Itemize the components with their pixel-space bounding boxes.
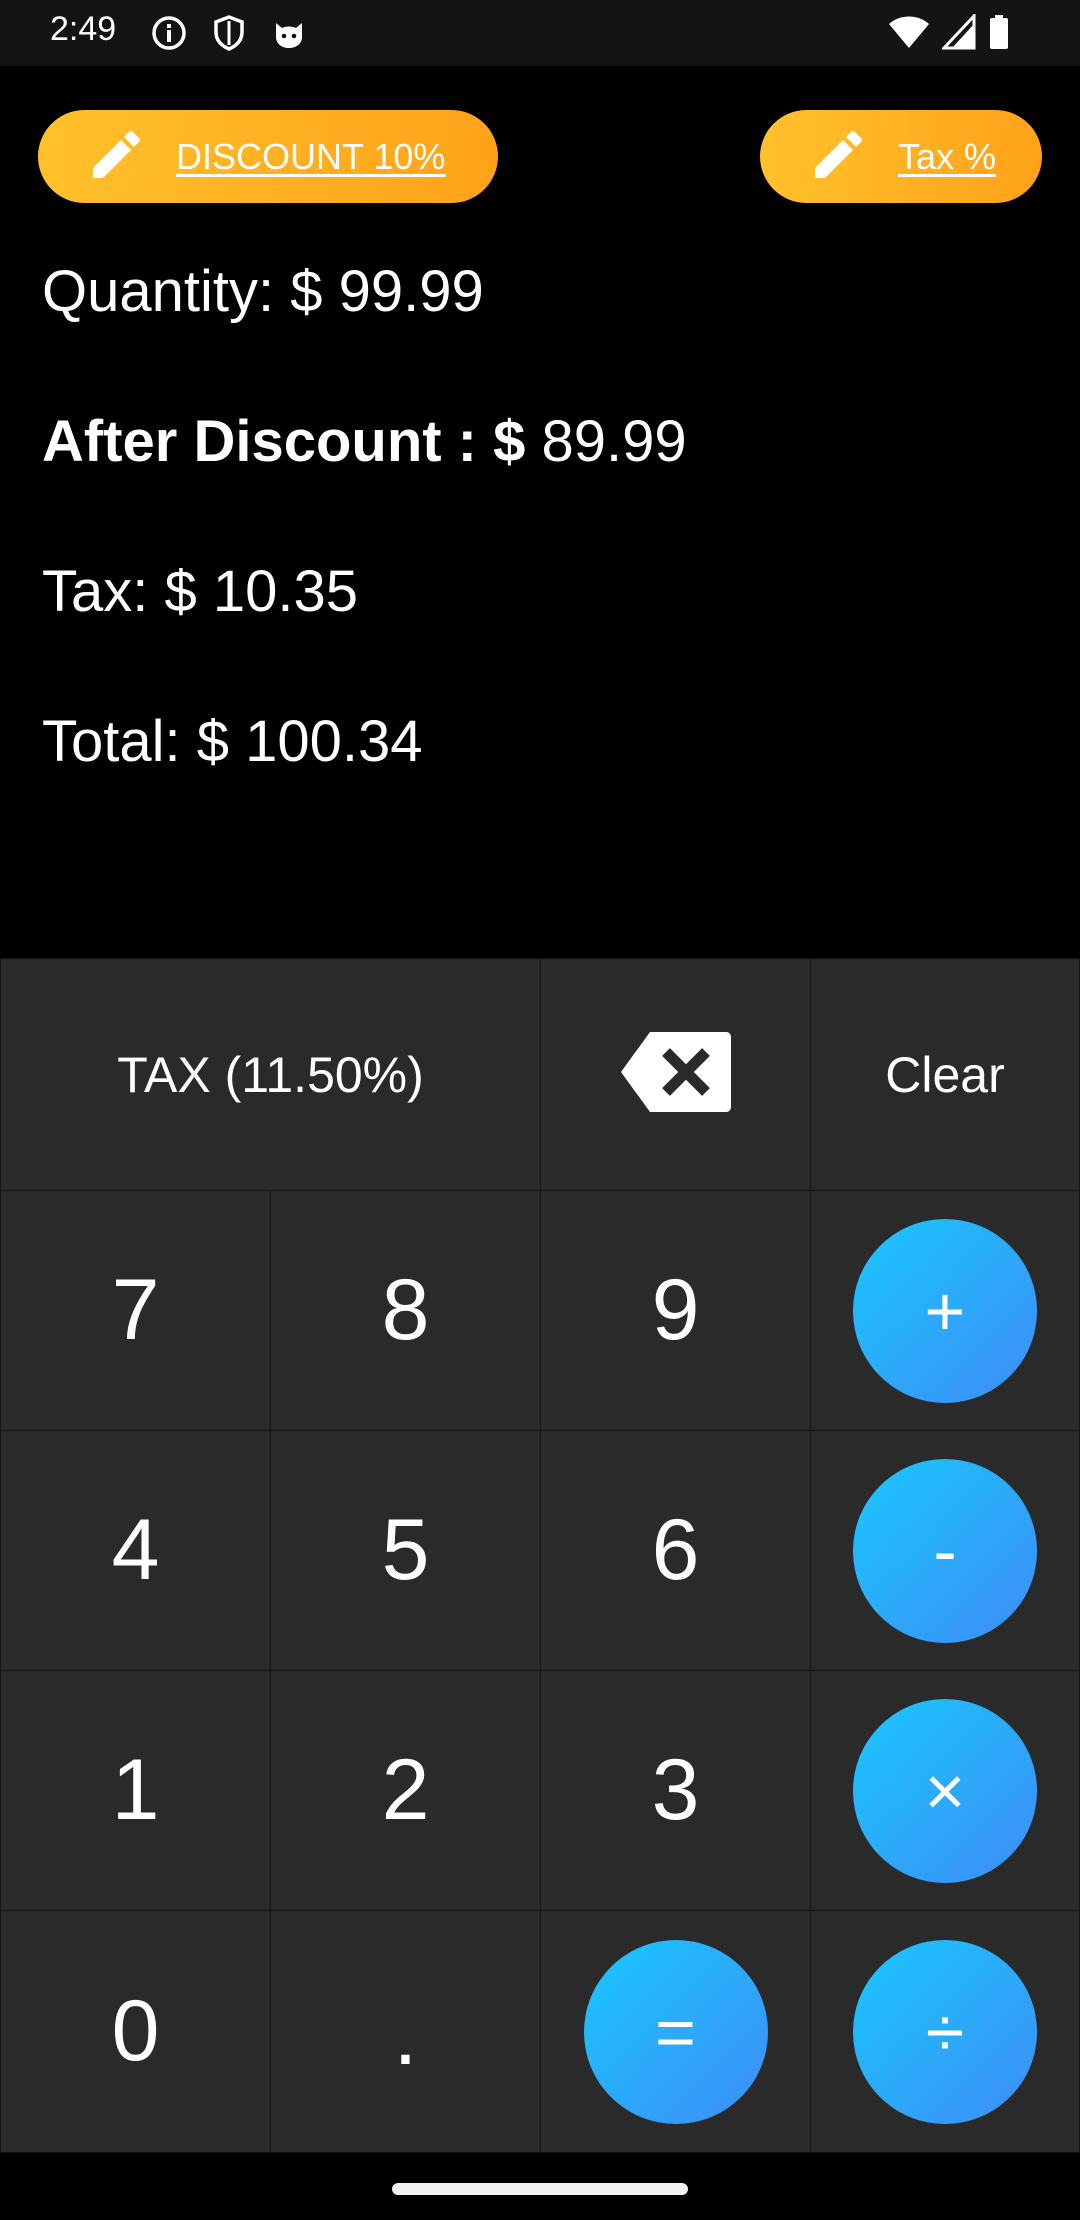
clear-key[interactable]: Clear [810, 958, 1080, 1191]
plus-key-cell: + [810, 1190, 1080, 1431]
key-8[interactable]: 8 [270, 1190, 541, 1431]
home-gesture-handle[interactable] [392, 2183, 688, 2195]
total-value: $ 100.34 [196, 709, 423, 774]
clear-key-label: Clear [885, 1046, 1005, 1103]
battery-icon [988, 14, 1010, 55]
key-4-label: 4 [111, 1502, 160, 1598]
minus-key-cell: - [810, 1430, 1080, 1671]
equals-label: = [655, 1992, 696, 2071]
key-2-label: 2 [381, 1742, 430, 1838]
after-discount-label: After Discount : $ [42, 409, 526, 474]
keypad: TAX (11.50%) Clear 7 8 9 + 4 5 6 - 1 2 3… [0, 958, 1080, 2153]
shield-icon [210, 14, 248, 52]
key-2[interactable]: 2 [270, 1670, 541, 1911]
backspace-key[interactable] [540, 958, 811, 1191]
divide-button[interactable]: ÷ [853, 1939, 1037, 2124]
plus-button[interactable]: + [853, 1218, 1037, 1403]
multiply-button[interactable]: × [853, 1698, 1037, 1883]
quantity-label: Quantity: [42, 259, 291, 324]
key-dot-label: . [393, 1987, 418, 2083]
navigation-bar [0, 2153, 1080, 2220]
tax-line: Tax: $ 10.35 [42, 558, 358, 625]
minus-button[interactable]: - [853, 1458, 1037, 1643]
key-6[interactable]: 6 [540, 1430, 811, 1671]
tax-key-label: TAX (11.50%) [117, 1046, 424, 1103]
key-9-label: 9 [651, 1262, 700, 1358]
multiply-key-cell: × [810, 1670, 1080, 1911]
key-9[interactable]: 9 [540, 1190, 811, 1431]
key-6-label: 6 [651, 1502, 700, 1598]
signal-icon [940, 12, 976, 55]
cat-icon [270, 14, 308, 52]
divide-label: ÷ [925, 1992, 965, 2071]
tax-label: Tax: [42, 559, 165, 624]
discount-button-label: DISCOUNT 10% [176, 135, 446, 177]
after-discount-value: 89.99 [525, 409, 687, 474]
key-7-label: 7 [111, 1262, 160, 1358]
key-1[interactable]: 1 [0, 1670, 271, 1911]
key-dot[interactable]: . [270, 1910, 541, 2153]
divide-key-cell: ÷ [810, 1910, 1080, 2153]
discount-button[interactable]: DISCOUNT 10% [38, 110, 498, 203]
after-discount-line: After Discount : $ 89.99 [42, 408, 687, 475]
quantity-value: $ 99.99 [290, 259, 484, 324]
equals-key-cell: = [540, 1910, 811, 2153]
status-left-icons [150, 14, 308, 52]
pencil-icon [808, 129, 864, 185]
status-right-icons [888, 12, 1010, 55]
total-line: Total: $ 100.34 [42, 708, 423, 775]
key-5[interactable]: 5 [270, 1430, 541, 1671]
tax-percent-button[interactable]: Tax % [760, 110, 1042, 203]
key-7[interactable]: 7 [0, 1190, 271, 1431]
tax-percent-button-label: Tax % [898, 135, 997, 177]
tax-key[interactable]: TAX (11.50%) [0, 958, 541, 1191]
backspace-icon [620, 1030, 732, 1119]
status-bar: 2:49 [0, 0, 1080, 66]
info-icon [150, 14, 188, 52]
quantity-line: Quantity: $ 99.99 [42, 258, 484, 325]
key-3[interactable]: 3 [540, 1670, 811, 1911]
pencil-icon [86, 129, 142, 185]
multiply-label: × [924, 1751, 966, 1830]
key-8-label: 8 [381, 1262, 430, 1358]
total-label: Total: [42, 709, 197, 774]
plus-label: + [924, 1271, 966, 1350]
equals-button[interactable]: = [583, 1939, 768, 2124]
key-4[interactable]: 4 [0, 1430, 271, 1671]
key-5-label: 5 [381, 1502, 430, 1598]
key-0[interactable]: 0 [0, 1910, 271, 2153]
key-3-label: 3 [651, 1742, 700, 1838]
minus-label: - [933, 1511, 957, 1590]
status-time: 2:49 [50, 10, 117, 48]
key-0-label: 0 [111, 1983, 160, 2079]
key-1-label: 1 [111, 1742, 160, 1838]
tax-value: $ 10.35 [164, 559, 359, 624]
wifi-icon [888, 14, 930, 55]
